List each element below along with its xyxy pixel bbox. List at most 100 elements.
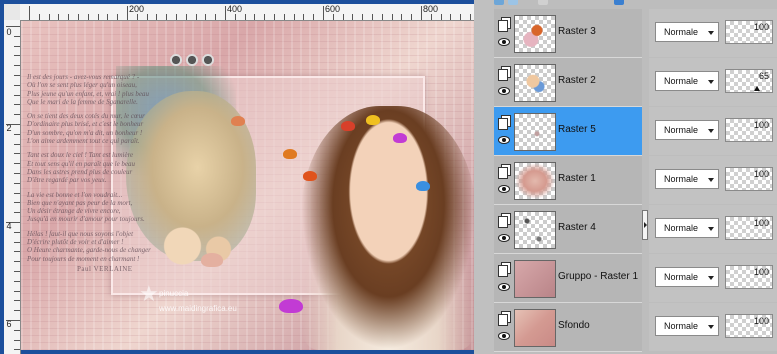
layer-row[interactable]: Raster 5 Normale 100 [494,107,777,156]
layer-row[interactable]: Raster 4 Normale 100 [494,205,777,254]
poem-line: D'un sombre, qu'on m'a dit, un bonheur ! [27,128,143,137]
layer-style-icon[interactable] [614,0,624,5]
layer-name[interactable]: Raster 3 [558,26,596,37]
ruler-tick [14,241,20,243]
ruler-tick [215,14,217,20]
layer-item[interactable]: Sfondo [494,303,642,352]
ruler-tick [14,290,20,292]
ruler-tick [14,55,20,57]
ruler-tick [107,14,109,20]
opacity-value: 100 [753,169,769,179]
layer-row[interactable]: Raster 2 Normale 65 [494,58,777,107]
ruler-tick [176,14,177,20]
ruler-tick [14,310,20,312]
watermark-star-icon: ★ [139,281,159,306]
layer-item[interactable]: Raster 4 [494,205,642,254]
opacity-value: 100 [753,316,769,326]
thumbnail-art [515,65,555,101]
layer-thumbnail[interactable] [514,113,556,151]
layer-name[interactable]: Gruppo - Raster 1 [558,271,638,282]
ruler-tick [14,212,20,214]
eye-pupil-shape [502,187,506,191]
layer-group-icon[interactable] [498,311,511,326]
chevron-down-icon [708,325,714,329]
visibility-eye-icon[interactable] [498,283,510,291]
blend-mode-value: Normale [664,125,699,135]
delete-layer-icon[interactable] [538,0,548,5]
new-layer-icon[interactable] [494,0,504,5]
poem-line: D'être regardé par vos yeux. [27,176,107,185]
visibility-eye-icon[interactable] [498,136,510,144]
visibility-eye-icon[interactable] [498,332,510,340]
poem-line: D'écrire plutôt de voir et d'aimer ! [27,238,124,247]
layer-thumbnail[interactable] [514,260,556,298]
thumbnail-art [515,310,555,346]
layer-group-icon[interactable] [498,164,511,179]
layer-thumbnail[interactable] [514,64,556,102]
blend-mode-select[interactable]: Normale [655,218,719,238]
ruler-tick [14,173,20,174]
layer-item[interactable]: Raster 5 [494,107,642,156]
layer-item[interactable]: Raster 3 [494,9,642,58]
layer-thumbnail[interactable] [514,211,556,249]
new-group-icon[interactable] [508,0,518,5]
layer-row[interactable]: Raster 1 Normale 100 [494,156,777,205]
layer-name[interactable]: Raster 1 [558,173,596,184]
layer-row[interactable]: Sfondo Normale 100 [494,303,777,352]
layer-name[interactable]: Raster 2 [558,75,596,86]
layer-group-icon[interactable] [498,213,511,228]
opacity-slider[interactable]: 100 [725,167,773,191]
layer-item[interactable]: Raster 1 [494,156,642,205]
butterfly [366,115,380,125]
visibility-eye-icon[interactable] [498,185,510,193]
ruler-tick [87,14,89,20]
ruler-corner [4,4,20,20]
layer-thumbnail[interactable] [514,162,556,200]
opacity-slider[interactable]: 65 [725,69,773,93]
visibility-eye-icon[interactable] [498,234,510,242]
opacity-slider[interactable]: 100 [725,314,773,338]
panel-expand-handle[interactable] [642,210,648,240]
poem-line: On se tient des deux cotés du mur, le cœ… [27,112,145,121]
layer-row[interactable]: Gruppo - Raster 1 Normale 100 [494,254,777,303]
blend-mode-select[interactable]: Normale [655,71,719,91]
layer-name[interactable]: Raster 5 [558,124,596,135]
ruler-tick [244,14,246,20]
blend-mode-select[interactable]: Normale [655,267,719,287]
blend-mode-select[interactable]: Normale [655,22,719,42]
layer-group-icon[interactable] [498,17,511,32]
page-front-shape [498,69,508,81]
layer-item[interactable]: Raster 2 [494,58,642,107]
layer-row[interactable]: Raster 3 Normale 100 [494,9,777,58]
opacity-marker-icon[interactable] [754,86,761,91]
opacity-slider[interactable]: 100 [725,216,773,240]
blend-mode-select[interactable]: Normale [655,316,719,336]
opacity-value: 65 [758,71,769,81]
layer-thumbnail[interactable] [514,309,556,347]
layer-thumbnail[interactable] [514,15,556,53]
ruler-tick [14,35,20,37]
panel-divider[interactable] [474,0,494,354]
roses-image [151,216,241,276]
layer-item[interactable]: Gruppo - Raster 1 [494,254,642,303]
visibility-eye-icon[interactable] [498,87,510,95]
image-canvas-window[interactable]: 200 400 600 800 0 2 4 6 Il est des jours - ave… [0,0,474,354]
layer-group-icon[interactable] [498,262,511,277]
image-artwork[interactable]: Il est des jours - avez-vous remarqué ? … [21,21,474,350]
layer-group-icon[interactable] [498,115,511,130]
ruler-tick [14,261,20,263]
opacity-slider[interactable]: 100 [725,20,773,44]
visibility-eye-icon[interactable] [498,38,510,46]
poem-author: Paul VERLAINE [77,264,133,273]
blend-mode-select[interactable]: Normale [655,169,719,189]
layer-group-icon[interactable] [498,66,511,81]
chevron-down-icon [708,80,714,84]
blend-mode-select[interactable]: Normale [655,120,719,140]
butterfly [341,121,355,131]
layer-name[interactable]: Raster 4 [558,222,596,233]
page-front-shape [498,265,508,277]
layer-name[interactable]: Sfondo [558,320,590,331]
opacity-slider[interactable]: 100 [725,265,773,289]
opacity-slider[interactable]: 100 [725,118,773,142]
ruler-tick [14,280,20,282]
